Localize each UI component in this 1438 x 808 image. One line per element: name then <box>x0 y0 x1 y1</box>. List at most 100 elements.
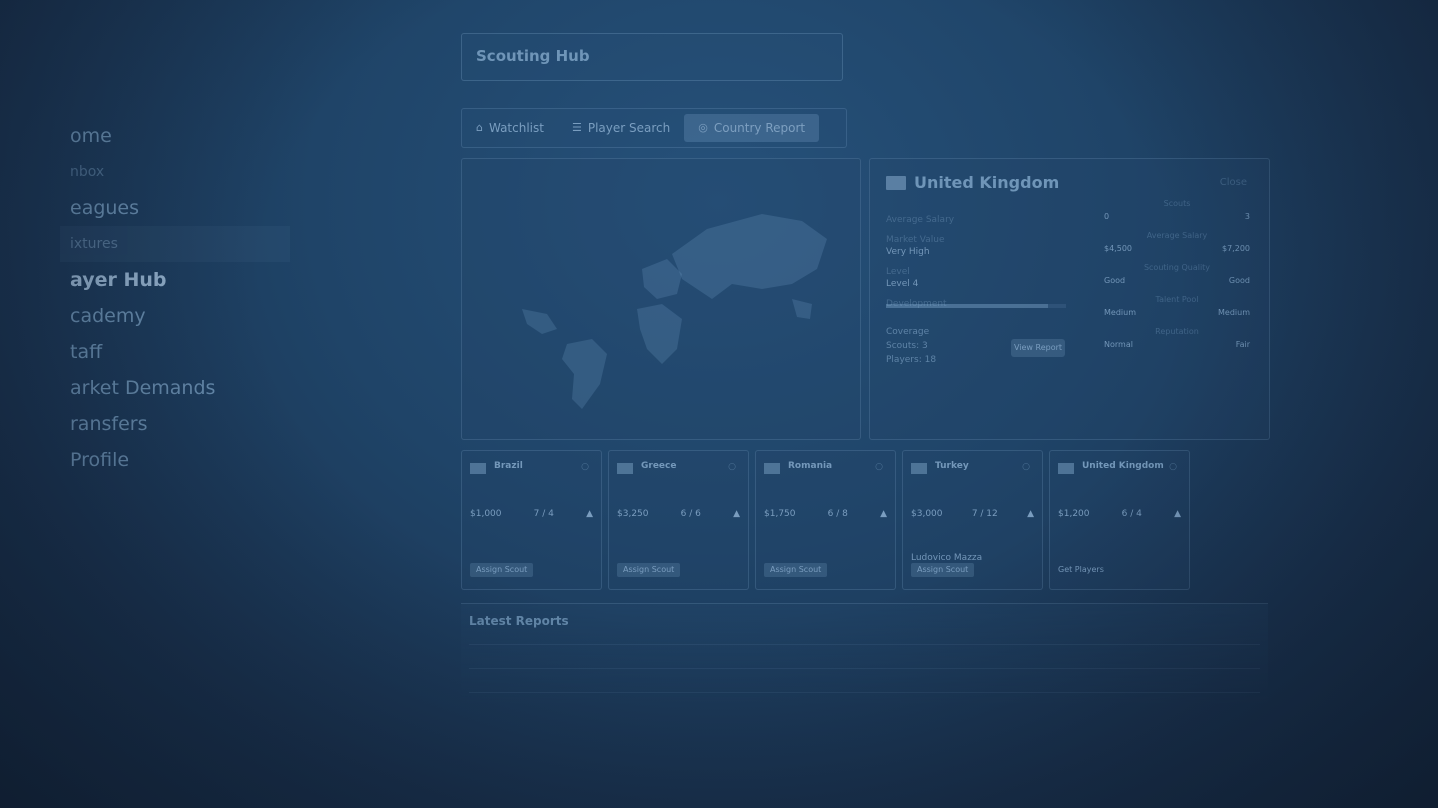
home-icon: ⌂ <box>476 121 483 134</box>
sidebar-item-inbox[interactable]: nbox <box>0 154 290 190</box>
summary-line: Coverage <box>886 327 930 337</box>
card-ratio: 6 / 6 <box>680 509 701 519</box>
flag-icon <box>764 463 780 474</box>
card-ratio: 7 / 12 <box>971 509 998 519</box>
card-value: $1,750 <box>764 509 796 519</box>
stat-right: Medium <box>1218 308 1250 317</box>
stat-head: Scouts <box>1163 199 1191 208</box>
stat-right: Fair <box>1235 340 1250 349</box>
country-panel: United Kingdom Close Average Salary Mark… <box>869 158 1270 440</box>
sidebar: ome nbox eagues ixtures ayer Hub cademy taff ar… <box>0 0 290 808</box>
sidebar-item-market-demands[interactable]: arket Demands <box>0 370 290 406</box>
view-report-button[interactable]: View Report <box>1011 339 1065 357</box>
detail-value: Level 4 <box>886 279 919 289</box>
main-nav: ome nbox eagues ixtures ayer Hub cademy taff ar… <box>0 118 290 478</box>
sidebar-item-player-hub[interactable]: ayer Hub <box>0 262 290 298</box>
close-button[interactable]: Close <box>1220 177 1247 188</box>
table-row[interactable] <box>469 644 1260 645</box>
card-values: $1,200 6 / 4 ▲ <box>1058 509 1181 519</box>
info-icon[interactable]: ○ <box>1022 462 1030 472</box>
card-action-button[interactable]: Assign Scout <box>470 563 534 577</box>
latest-reports-panel: Latest Reports <box>461 603 1268 704</box>
info-icon[interactable]: ○ <box>1169 462 1177 472</box>
flag-icon <box>470 463 486 474</box>
tab-label: Player Search <box>587 121 671 135</box>
card-values: $1,750 6 / 8 ▲ <box>764 509 887 519</box>
card-action-button[interactable]: Get Players <box>1058 563 1110 577</box>
person-icon: ▲ <box>880 509 887 519</box>
stat-left: Good <box>1104 276 1126 285</box>
summary-line: Scouts: 3 <box>886 341 928 351</box>
card-action-button[interactable]: Assign Scout <box>764 563 828 577</box>
tab-player-search[interactable]: ☰ Player Search <box>558 114 684 142</box>
stat-row: Talent Pool Medium Medium <box>1102 295 1252 327</box>
card-player: Ludovico Mazza <box>911 553 983 563</box>
person-icon: ▲ <box>1174 509 1181 519</box>
card-value: $3,250 <box>617 509 649 519</box>
stat-head: Talent Pool <box>1155 295 1199 304</box>
stat-row: Average Salary $4,500 $7,200 <box>1102 231 1252 263</box>
country-card[interactable]: Greece ○ $3,250 6 / 6 ▲ Assign Scout <box>608 450 749 590</box>
stat-head: Average Salary <box>1146 231 1208 240</box>
card-action-button[interactable]: Assign Scout <box>617 563 681 577</box>
sidebar-item-home[interactable]: ome <box>0 118 290 154</box>
country-card[interactable]: United Kingdom ○ $1,200 6 / 4 ▲ Get Players <box>1049 450 1190 590</box>
info-icon[interactable]: ○ <box>581 462 589 472</box>
card-values: $3,000 7 / 12 ▲ <box>911 509 1034 519</box>
country-stats: Scouts 0 3 Average Salary $4,500 $7,200 Scouti… <box>1102 199 1252 359</box>
tab-watchlist[interactable]: ⌂ Watchlist <box>462 114 558 142</box>
tab-country-report[interactable]: ◎ Country Report <box>684 114 820 142</box>
stat-left: 0 <box>1104 212 1110 221</box>
world-map[interactable] <box>461 158 861 440</box>
stat-left: $4,500 <box>1104 244 1132 253</box>
stat-right: 3 <box>1244 212 1250 221</box>
person-icon: ▲ <box>1027 509 1034 519</box>
stat-left: Medium <box>1104 308 1136 317</box>
flag-icon <box>617 463 633 474</box>
info-icon[interactable]: ○ <box>728 462 736 472</box>
country-title: United Kingdom <box>886 173 1059 192</box>
search-label: Scouting Hub <box>476 47 590 65</box>
card-country: Romania <box>788 461 833 471</box>
stat-row: Scouting Quality Good Good <box>1102 263 1252 295</box>
card-country: Turkey <box>935 461 969 471</box>
card-values: $1,000 7 / 4 ▲ <box>470 509 593 519</box>
detail-label: Average Salary <box>886 215 955 225</box>
card-ratio: 6 / 4 <box>1121 509 1142 519</box>
detail-label: Market Value <box>886 235 945 245</box>
stat-right: Good <box>1228 276 1250 285</box>
sidebar-item-staff[interactable]: taff <box>0 334 290 370</box>
card-country: Brazil <box>494 461 523 471</box>
sidebar-item-profile[interactable]: Profile <box>0 442 290 478</box>
card-ratio: 6 / 8 <box>827 509 848 519</box>
card-value: $1,200 <box>1058 509 1090 519</box>
search-bar[interactable]: Scouting Hub <box>461 33 843 81</box>
card-action-button[interactable]: Assign Scout <box>911 563 975 577</box>
country-name: United Kingdom <box>914 173 1060 192</box>
sidebar-item-leagues[interactable]: eagues <box>0 190 290 226</box>
card-value: $3,000 <box>911 509 943 519</box>
detail-value: Very High <box>886 247 930 257</box>
table-row[interactable] <box>469 692 1260 693</box>
tab-label: Watchlist <box>488 121 544 135</box>
scouting-tabs: ⌂ Watchlist ☰ Player Search ◎ Country Report <box>461 108 847 148</box>
stat-row: Scouts 0 3 <box>1102 199 1252 231</box>
flag-icon <box>911 463 927 474</box>
country-card[interactable]: Romania ○ $1,750 6 / 8 ▲ Assign Scout <box>755 450 896 590</box>
stat-right: $7,200 <box>1222 244 1250 253</box>
country-card[interactable]: Brazil ○ $1,000 7 / 4 ▲ Assign Scout <box>461 450 602 590</box>
stat-head: Reputation <box>1155 327 1199 336</box>
sidebar-item-academy[interactable]: cademy <box>0 298 290 334</box>
country-card[interactable]: Turkey ○ $3,000 7 / 12 ▲ Ludovico Mazza Assign… <box>902 450 1043 590</box>
person-icon: ▲ <box>586 509 593 519</box>
card-value: $1,000 <box>470 509 502 519</box>
country-details: Average Salary Market Value Very High Le… <box>886 205 1066 309</box>
latest-reports-title: Latest Reports <box>469 614 569 628</box>
card-country: Greece <box>641 461 677 471</box>
card-ratio: 7 / 4 <box>533 509 554 519</box>
stat-head: Scouting Quality <box>1143 263 1211 272</box>
sidebar-item-transfers[interactable]: ransfers <box>0 406 290 442</box>
info-icon[interactable]: ○ <box>875 462 883 472</box>
table-row[interactable] <box>469 668 1260 669</box>
sidebar-item-fixtures[interactable]: ixtures <box>60 226 290 262</box>
